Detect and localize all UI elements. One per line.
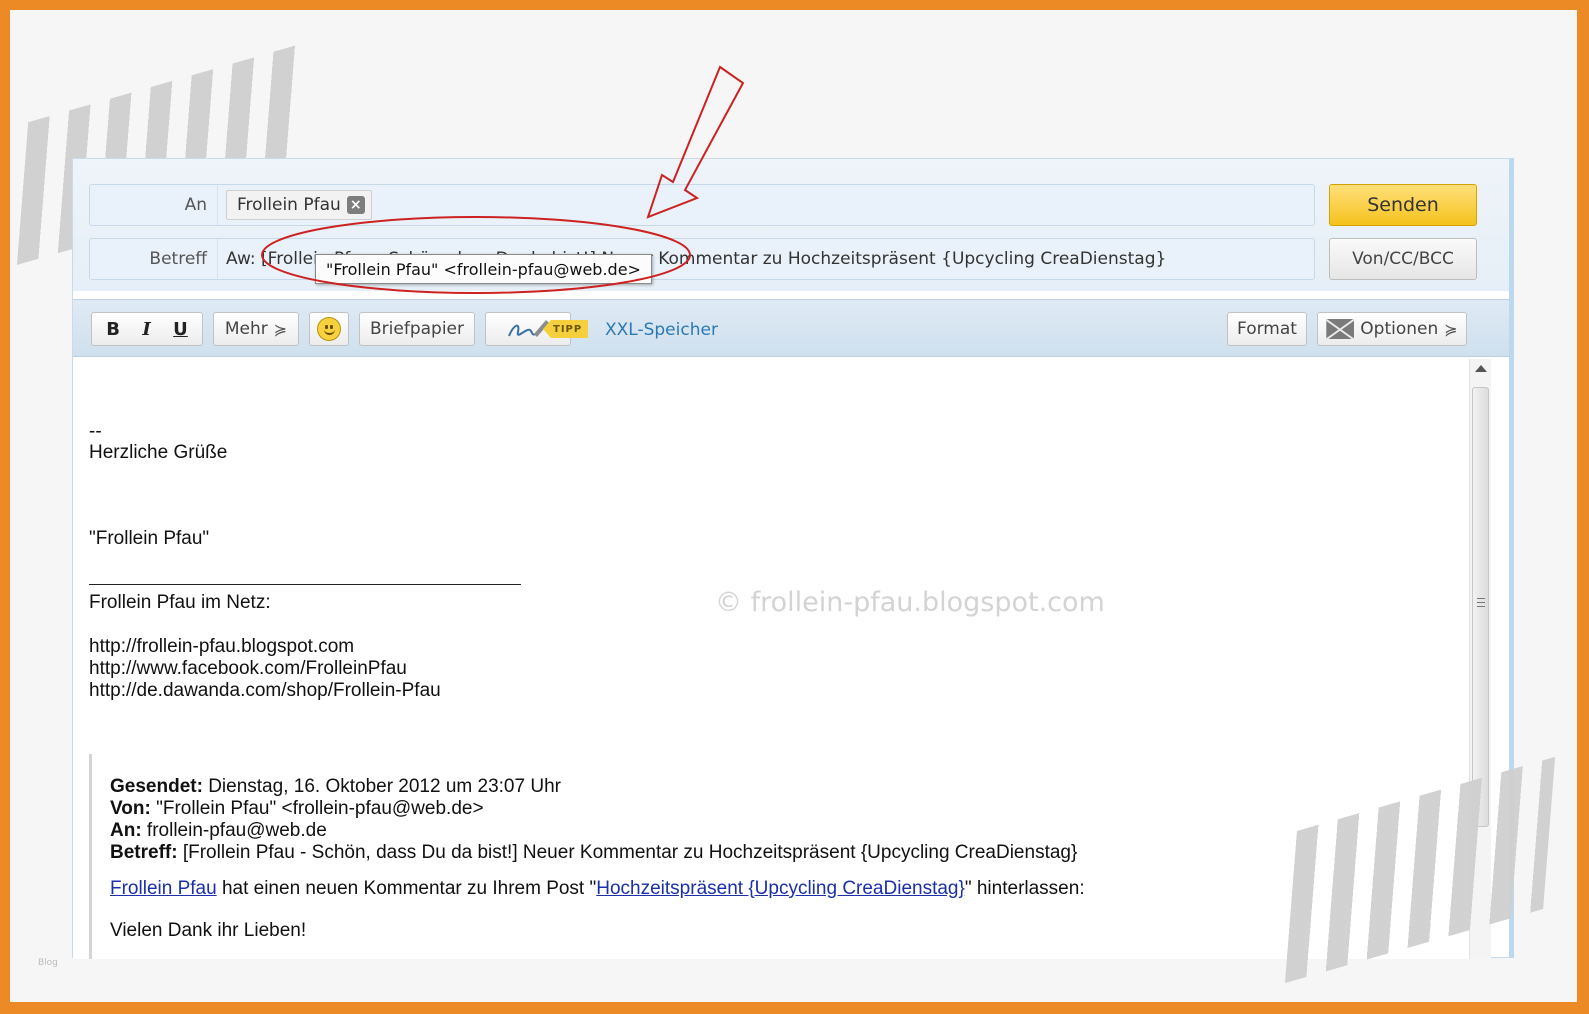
quote-to-line: An: frollein-pfau@web.de <box>110 820 327 841</box>
emoji-button[interactable] <box>309 312 349 346</box>
bold-button[interactable]: B <box>106 319 120 340</box>
compose-header: An Frollein Pfau × Betreff Aw: [Frollein… <box>73 159 1509 291</box>
link-blog: http://frollein-pfau.blogspot.com <box>89 636 355 657</box>
greeting-text: Herzliche Grüße <box>89 442 228 463</box>
from-cc-bcc-button[interactable]: Von/CC/BCC <box>1329 238 1477 280</box>
quote-sent-line: Gesendet: Dienstag, 16. Oktober 2012 um … <box>110 776 561 797</box>
recipient-chip-label: Frollein Pfau <box>237 195 341 215</box>
text-format-group: B I U <box>91 312 203 346</box>
xxl-storage-link[interactable]: XXL-Speicher <box>605 320 718 340</box>
recipient-chip[interactable]: Frollein Pfau × <box>226 190 372 220</box>
to-label: An <box>90 185 218 225</box>
italic-button[interactable]: I <box>142 319 150 340</box>
envelope-icon <box>1326 319 1355 339</box>
formatting-toolbar: B I U Mehr ≽ Briefpapier TIPP XXL-Speich… <box>73 299 1509 357</box>
options-button[interactable]: Optionen ≽ <box>1317 312 1467 346</box>
signature-separator: -- <box>89 421 102 442</box>
quote-comment-line: Frollein Pfau hat einen neuen Kommentar … <box>110 878 1085 899</box>
tip-badge: TIPP <box>543 320 589 338</box>
more-label: Mehr <box>224 319 268 339</box>
signature-rule <box>89 584 521 585</box>
options-label: Optionen <box>1360 319 1439 339</box>
to-field[interactable]: An Frollein Pfau × <box>89 184 1315 226</box>
more-button[interactable]: Mehr ≽ <box>213 312 299 346</box>
link-facebook: http://www.facebook.com/FrolleinPfau <box>89 658 407 679</box>
message-body[interactable]: -- Herzliche Grüße "Frollein Pfau" Froll… <box>73 359 1469 959</box>
recipient-tooltip: "Frollein Pfau" <frollein-pfau@web.de> <box>315 254 652 284</box>
quote-subject-line: Betreff: [Frollein Pfau - Schön, dass Du… <box>110 842 1078 863</box>
format-button[interactable]: Format <box>1227 312 1307 346</box>
quoted-message: Gesendet: Dienstag, 16. Oktober 2012 um … <box>89 754 1449 959</box>
post-link[interactable]: Hochzeitspräsent {Upcycling CreaDienstag… <box>596 878 965 899</box>
quote-thanks-line: Vielen Dank ihr Lieben! <box>110 920 307 941</box>
sender-name: "Frollein Pfau" <box>89 528 210 549</box>
link-dawanda: http://de.dawanda.com/shop/Frollein-Pfau <box>89 680 441 701</box>
quote-from-line: Von: "Frollein Pfau" <frollein-pfau@web.… <box>110 798 484 819</box>
close-icon[interactable]: × <box>346 196 365 214</box>
screenshot-frame: An Frollein Pfau × Betreff Aw: [Frollein… <box>10 10 1577 1002</box>
scroll-up-icon[interactable] <box>1475 365 1487 372</box>
smiley-icon <box>317 317 341 341</box>
stationery-button[interactable]: Briefpapier <box>359 312 475 346</box>
watermark: © frollein-pfau.blogspot.com <box>715 587 1105 618</box>
chevron-down-icon: ≽ <box>1444 319 1458 339</box>
chevron-down-icon: ≽ <box>273 319 288 339</box>
send-button[interactable]: Senden <box>1329 184 1477 226</box>
web-heading: Frollein Pfau im Netz: <box>89 592 271 613</box>
scroll-thumb[interactable] <box>1472 387 1489 827</box>
author-link[interactable]: Frollein Pfau <box>110 878 217 899</box>
subject-field[interactable]: Betreff Aw: [Frollein Pfau - Schön, dass… <box>89 238 1315 280</box>
subject-label: Betreff <box>90 239 218 279</box>
corner-mark: Blog <box>38 958 58 968</box>
underline-button[interactable]: U <box>173 319 188 340</box>
